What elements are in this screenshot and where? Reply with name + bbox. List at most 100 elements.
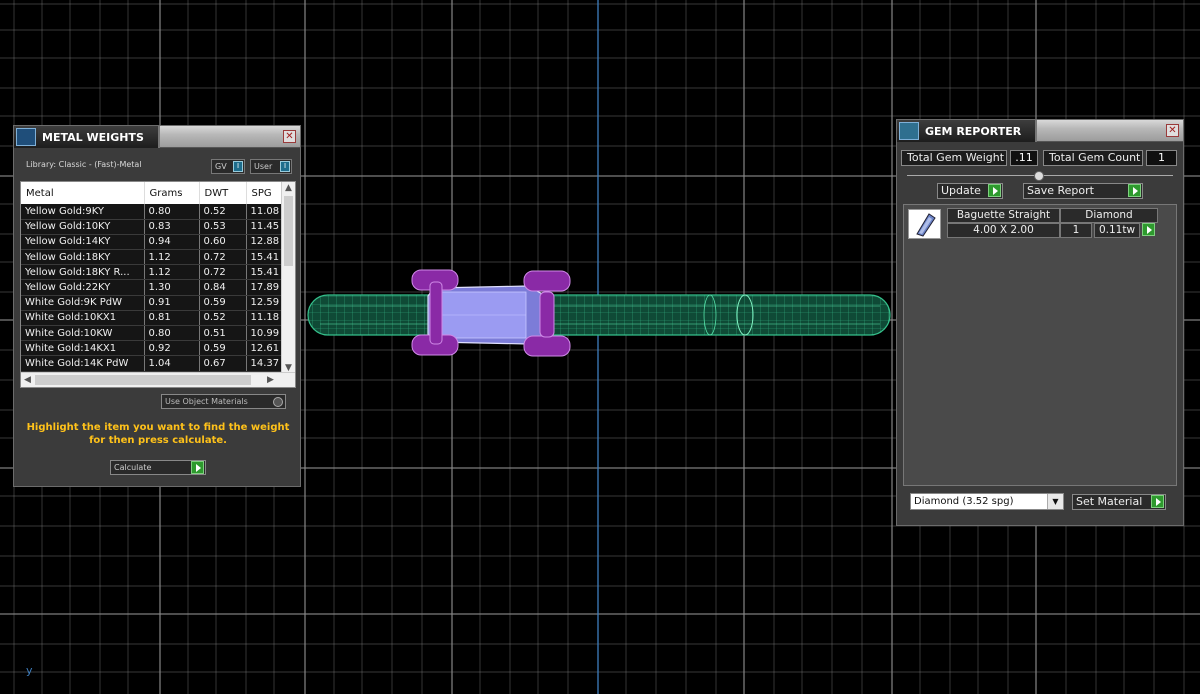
table-cell: 0.52 bbox=[199, 310, 247, 327]
chevron-down-icon[interactable]: ▼ bbox=[1047, 494, 1063, 509]
table-cell: 12.59 bbox=[246, 295, 284, 311]
table-cell: White Gold:9K PdW bbox=[21, 295, 145, 311]
table-cell: Yellow Gold:10KY bbox=[21, 219, 145, 235]
library-label: Library: Classic - (Fast)-Metal bbox=[26, 160, 142, 169]
table-cell: 0.51 bbox=[199, 325, 247, 342]
toggle-knob-icon: I bbox=[280, 161, 290, 172]
material-select[interactable]: Diamond (3.52 spg) ▼ bbox=[910, 493, 1064, 510]
metal-weights-panel: METAL WEIGHTS ✕ Library: Classic - (Fast… bbox=[13, 125, 301, 487]
gem-reporter-title-badge: GEM REPORTER bbox=[897, 120, 1038, 142]
table-cell: 11.45 bbox=[246, 219, 284, 235]
gem-reporter-panel: GEM REPORTER ✕ Total Gem Weight .11 Tota… bbox=[896, 119, 1184, 526]
total-gem-weight-value: .11 bbox=[1010, 150, 1038, 166]
metal-table[interactable]: Metal Grams DWT SPG Yellow Gold:9KY 0.80 0… bbox=[20, 181, 296, 388]
scroll-left-icon[interactable]: ◀ bbox=[24, 375, 31, 385]
table-cell: 0.94 bbox=[144, 234, 200, 251]
user-toggle[interactable]: User I bbox=[250, 159, 292, 174]
metal-weights-logo-icon bbox=[16, 128, 36, 146]
use-object-materials-label: Use Object Materials bbox=[165, 397, 248, 406]
column-header-dwt[interactable]: DWT bbox=[199, 182, 247, 204]
save-report-button[interactable]: Save Report bbox=[1023, 183, 1143, 199]
panel-title: GEM REPORTER bbox=[925, 124, 1022, 138]
table-cell: 0.84 bbox=[199, 279, 247, 296]
table-cell: 0.67 bbox=[199, 355, 247, 372]
scroll-up-icon[interactable]: ▲ bbox=[285, 183, 292, 193]
table-cell: 0.80 bbox=[144, 204, 200, 220]
table-cell: 0.80 bbox=[144, 325, 200, 342]
play-arrow-icon bbox=[1151, 495, 1164, 508]
table-cell: White Gold:14K PdW bbox=[21, 355, 145, 372]
scroll-thumb[interactable] bbox=[284, 196, 293, 266]
table-cell: 0.52 bbox=[199, 204, 247, 220]
play-arrow-icon bbox=[191, 461, 204, 474]
table-row[interactable]: Yellow Gold:18KY R... 1.12 0.72 15.41 bbox=[21, 264, 284, 281]
toggle-knob-icon: I bbox=[233, 161, 243, 172]
scroll-thumb[interactable] bbox=[35, 375, 251, 385]
table-row[interactable]: Yellow Gold:14KY 0.94 0.60 12.88 bbox=[21, 234, 284, 251]
table-cell: Yellow Gold:14KY bbox=[21, 234, 145, 251]
use-object-materials-option[interactable]: Use Object Materials bbox=[161, 394, 286, 409]
table-row[interactable]: Yellow Gold:9KY 0.80 0.52 11.08 bbox=[21, 204, 284, 220]
table-cell: 12.88 bbox=[246, 234, 284, 251]
gem-reporter-logo-icon bbox=[899, 122, 919, 140]
table-cell: 15.41 bbox=[246, 264, 284, 281]
calculate-button[interactable]: Calculate bbox=[110, 460, 206, 475]
table-row[interactable]: Yellow Gold:10KY 0.83 0.53 11.45 bbox=[21, 219, 284, 235]
table-row[interactable]: White Gold:9K PdW 0.91 0.59 12.59 bbox=[21, 295, 284, 311]
table-cell: 17.89 bbox=[246, 279, 284, 296]
table-cell: 11.08 bbox=[246, 204, 284, 220]
gv-toggle[interactable]: GV I bbox=[211, 159, 245, 174]
metal-weights-title-badge: METAL WEIGHTS bbox=[14, 126, 160, 148]
table-cell: 10.99 bbox=[246, 325, 284, 342]
gem-reporter-titlebar[interactable]: GEM REPORTER ✕ bbox=[897, 120, 1183, 142]
baguette-gem-icon bbox=[908, 209, 941, 239]
table-row[interactable]: White Gold:10KX1 0.81 0.52 11.18 bbox=[21, 310, 284, 327]
table-cell: White Gold:10KW bbox=[21, 325, 145, 342]
update-button[interactable]: Update bbox=[937, 183, 1003, 199]
horizontal-scrollbar[interactable]: ◀ ▶ bbox=[21, 372, 295, 387]
close-icon[interactable]: ✕ bbox=[1166, 124, 1179, 137]
table-row[interactable]: White Gold:14K PdW 1.04 0.67 14.37 bbox=[21, 355, 284, 372]
gv-toggle-label: GV bbox=[215, 162, 227, 171]
radio-icon[interactable] bbox=[273, 397, 283, 407]
play-arrow-icon[interactable] bbox=[1142, 223, 1155, 236]
close-icon[interactable]: ✕ bbox=[283, 130, 296, 143]
table-cell: 0.60 bbox=[199, 234, 247, 251]
table-cell: 0.92 bbox=[144, 340, 200, 357]
total-gem-weight-label: Total Gem Weight bbox=[901, 150, 1007, 166]
table-row[interactable]: Yellow Gold:18KY 1.12 0.72 15.41 bbox=[21, 249, 284, 266]
table-cell: 0.72 bbox=[199, 249, 247, 266]
gem-list[interactable]: Baguette Straight Diamond 4.00 X 2.00 1 … bbox=[903, 204, 1177, 486]
set-material-label: Set Material bbox=[1076, 495, 1143, 508]
table-cell: 0.59 bbox=[199, 295, 247, 311]
table-cell: 0.91 bbox=[144, 295, 200, 311]
calculate-label: Calculate bbox=[114, 463, 152, 472]
table-cell: 1.30 bbox=[144, 279, 200, 296]
ring-band bbox=[307, 294, 891, 336]
set-material-button[interactable]: Set Material bbox=[1072, 494, 1166, 510]
table-cell: Yellow Gold:9KY bbox=[21, 204, 145, 220]
table-header-row: Metal Grams DWT SPG bbox=[21, 182, 284, 204]
table-cell: Yellow Gold:22KY bbox=[21, 279, 145, 296]
table-row[interactable]: White Gold:10KW 0.80 0.51 10.99 bbox=[21, 325, 284, 342]
table-cell: White Gold:14KX1 bbox=[21, 340, 145, 357]
table-row[interactable]: Yellow Gold:22KY 1.30 0.84 17.89 bbox=[21, 279, 284, 296]
column-header-spg[interactable]: SPG bbox=[246, 182, 284, 204]
play-arrow-icon bbox=[988, 184, 1001, 197]
gem-material: Diamond bbox=[1060, 208, 1158, 223]
total-gem-count-value: 1 bbox=[1146, 150, 1177, 166]
update-label: Update bbox=[941, 184, 981, 197]
table-cell: 11.18 bbox=[246, 310, 284, 327]
total-gem-count-label: Total Gem Count bbox=[1043, 150, 1143, 166]
splitter-handle-icon[interactable] bbox=[1034, 171, 1044, 181]
instruction-text: Highlight the item you want to find the … bbox=[26, 422, 290, 446]
column-header-metal[interactable]: Metal bbox=[21, 182, 145, 204]
table-row[interactable]: White Gold:14KX1 0.92 0.59 12.61 bbox=[21, 340, 284, 357]
table-cell: 1.04 bbox=[144, 355, 200, 372]
column-header-grams[interactable]: Grams bbox=[144, 182, 200, 204]
table-cell: 0.81 bbox=[144, 310, 200, 327]
scroll-right-icon[interactable]: ▶ bbox=[267, 375, 274, 385]
metal-weights-titlebar[interactable]: METAL WEIGHTS ✕ bbox=[14, 126, 300, 148]
vertical-scrollbar[interactable]: ▲ ▼ bbox=[281, 182, 295, 374]
table-cell: White Gold:10KX1 bbox=[21, 310, 145, 327]
